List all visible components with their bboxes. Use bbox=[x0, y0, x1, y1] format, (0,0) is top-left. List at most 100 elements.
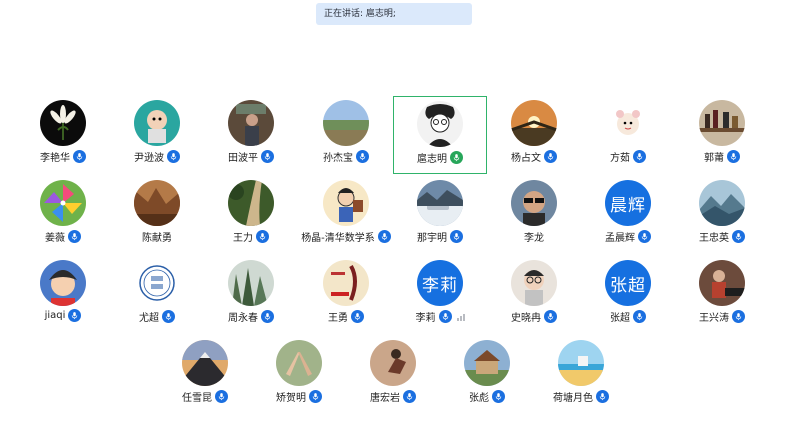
participant-tile[interactable]: 荷塘月色 bbox=[534, 336, 628, 414]
mic-icon bbox=[215, 390, 228, 403]
participant-name-row: 方茹 bbox=[581, 149, 675, 164]
participant-name-row: 王兴涛 bbox=[675, 309, 769, 324]
participant-tile[interactable]: 方茹 bbox=[581, 96, 675, 174]
participant-name-row: 张彪 bbox=[440, 389, 534, 404]
participant-name-row: 矫贺明 bbox=[252, 389, 346, 404]
avatar bbox=[323, 100, 369, 146]
avatar bbox=[40, 100, 86, 146]
participant-tile[interactable]: 尤超 bbox=[110, 256, 204, 334]
participant-name-row: 任雪昆 bbox=[158, 389, 252, 404]
participant-name: 李莉 bbox=[415, 313, 436, 324]
mic-icon bbox=[732, 230, 745, 243]
participant-name: 田波平 bbox=[228, 153, 258, 164]
avatar bbox=[558, 340, 604, 386]
mic-icon bbox=[162, 310, 175, 323]
participant-tile[interactable]: 杨晶-清华数学系 bbox=[299, 176, 393, 254]
participant-tile[interactable]: 张超 张超 bbox=[581, 256, 675, 334]
avatar bbox=[323, 180, 369, 226]
participant-name-row: 杨晶-清华数学系 bbox=[299, 229, 393, 244]
participant-tile[interactable]: 王力 bbox=[204, 176, 298, 254]
participant-name: 张超 bbox=[610, 313, 630, 324]
participant-tile[interactable]: 任雪昆 bbox=[158, 336, 252, 414]
avatar: 晨辉 bbox=[605, 180, 651, 226]
avatar bbox=[276, 340, 322, 386]
avatar bbox=[699, 100, 745, 146]
avatar bbox=[228, 100, 274, 146]
participant-name: 唐宏岩 bbox=[370, 393, 400, 404]
avatar bbox=[182, 340, 228, 386]
participant-tile[interactable]: 矫贺明 bbox=[252, 336, 346, 414]
participant-name: 王勇 bbox=[328, 313, 348, 324]
avatar bbox=[699, 180, 745, 226]
participant-name: 王忠英 bbox=[699, 233, 729, 244]
avatar bbox=[228, 260, 274, 306]
participant-name-row: 王忠英 bbox=[675, 229, 769, 244]
participant-tile[interactable]: jiaqi bbox=[16, 256, 110, 334]
avatar bbox=[417, 101, 463, 147]
participant-tile[interactable]: 史晓冉 bbox=[487, 256, 581, 334]
mic-speaking-icon bbox=[450, 151, 463, 164]
mic-icon bbox=[638, 230, 651, 243]
participant-tile[interactable]: 尹逊波 bbox=[110, 96, 204, 174]
mic-icon bbox=[356, 150, 369, 163]
participant-name-row: 唐宏岩 bbox=[346, 389, 440, 404]
participant-tile[interactable]: 那宇明 bbox=[393, 176, 487, 254]
participant-name: 方茹 bbox=[610, 153, 630, 164]
participant-name-row: 荷塘月色 bbox=[534, 389, 628, 404]
avatar bbox=[511, 260, 557, 306]
mic-icon bbox=[167, 150, 180, 163]
participant-name-row: 尤超 bbox=[110, 309, 204, 324]
avatar bbox=[134, 180, 180, 226]
participant-tile[interactable]: 姜薇 bbox=[16, 176, 110, 254]
mic-icon bbox=[438, 310, 452, 323]
participant-tile[interactable]: 张彪 bbox=[440, 336, 534, 414]
participant-name-row: 扈志明 bbox=[394, 150, 486, 165]
participant-tile[interactable]: 王勇 bbox=[299, 256, 393, 334]
avatar bbox=[464, 340, 510, 386]
participant-tile[interactable]: 王兴涛 bbox=[675, 256, 769, 334]
participant-tile[interactable]: 孙杰宝 bbox=[299, 96, 393, 174]
mic-icon bbox=[633, 310, 646, 323]
mic-icon bbox=[309, 390, 322, 403]
participant-name-row: 陈献勇 bbox=[110, 229, 204, 244]
participant-tile[interactable]: 李莉 李莉 bbox=[393, 256, 487, 334]
participant-name: 李艳华 bbox=[40, 153, 70, 164]
mic-icon bbox=[261, 150, 274, 163]
participant-name-row: 孙杰宝 bbox=[299, 149, 393, 164]
participant-tile[interactable]: 杨占文 bbox=[487, 96, 581, 174]
participant-tile[interactable]: 周永春 bbox=[204, 256, 298, 334]
avatar bbox=[323, 260, 369, 306]
participant-name-row: 杨占文 bbox=[487, 149, 581, 164]
participant-name-row: 李莉 bbox=[393, 309, 487, 324]
participant-tile[interactable]: 唐宏岩 bbox=[346, 336, 440, 414]
participant-tile[interactable]: 晨辉 孟晨辉 bbox=[581, 176, 675, 254]
mic-icon bbox=[492, 390, 505, 403]
participant-tile[interactable]: 扈志明 bbox=[393, 96, 487, 174]
participant-name: 张彪 bbox=[469, 393, 489, 404]
avatar bbox=[134, 100, 180, 146]
participant-tile[interactable]: 李艳华 bbox=[16, 96, 110, 174]
mic-icon bbox=[633, 150, 646, 163]
participant-name: 那宇明 bbox=[417, 233, 447, 244]
participant-tile[interactable]: 李龙 bbox=[487, 176, 581, 254]
mic-icon bbox=[732, 310, 745, 323]
avatar bbox=[370, 340, 416, 386]
participant-name: 尤超 bbox=[139, 313, 159, 324]
avatar: 李莉 bbox=[417, 260, 463, 306]
participant-tile[interactable]: 郭莆 bbox=[675, 96, 769, 174]
participant-tile[interactable]: 田波平 bbox=[204, 96, 298, 174]
avatar bbox=[417, 180, 463, 226]
participant-name-row: jiaqi bbox=[16, 309, 110, 322]
participant-tile[interactable]: 王忠英 bbox=[675, 176, 769, 254]
avatar bbox=[605, 100, 651, 146]
mic-icon bbox=[403, 390, 416, 403]
participant-name-row: 姜薇 bbox=[16, 229, 110, 244]
mic-icon bbox=[351, 310, 364, 323]
participant-tile[interactable]: 陈献勇 bbox=[110, 176, 204, 254]
participant-name-row: 李龙 bbox=[487, 229, 581, 244]
participant-name: 尹逊波 bbox=[134, 153, 164, 164]
mic-icon bbox=[596, 390, 609, 403]
participant-name: 王兴涛 bbox=[699, 313, 729, 324]
participant-name: 任雪昆 bbox=[182, 393, 212, 404]
participant-name: 杨占文 bbox=[511, 153, 541, 164]
